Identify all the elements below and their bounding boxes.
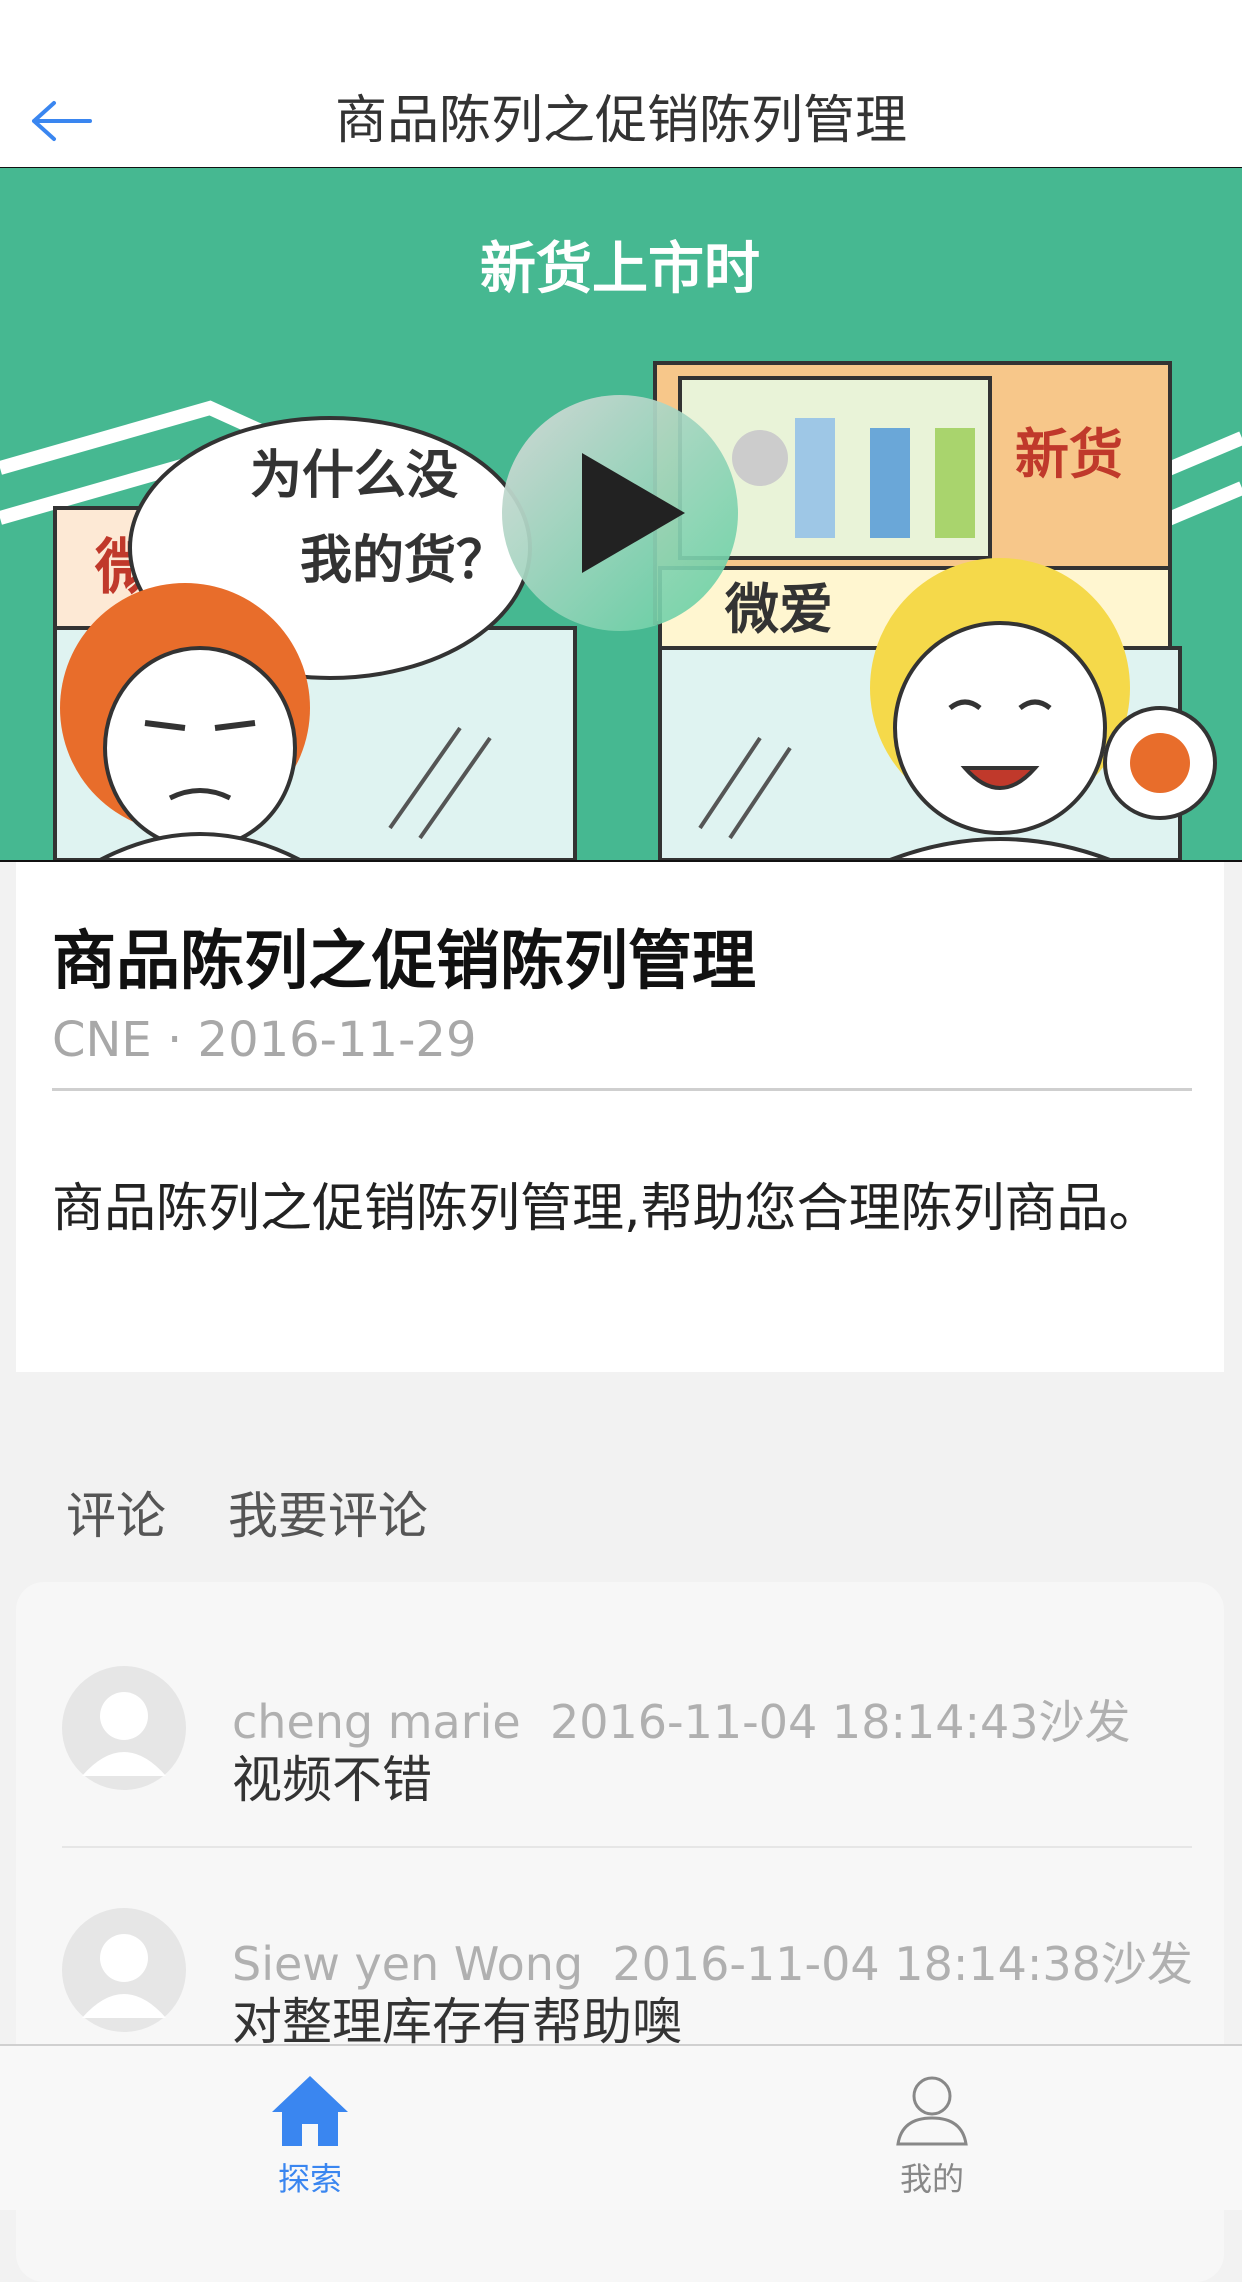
comment-badge: 沙发 (1100, 1937, 1193, 1991)
comment-item: Siew yen Wong 2016-11-04 18:14:38沙发 对整理库… (16, 1824, 1224, 2051)
comment-text: 视频不错 (232, 1751, 432, 1809)
video-headline: 新货上市时 (480, 237, 760, 302)
comments-tab[interactable]: 评论 (66, 1487, 166, 1545)
avatar-icon (62, 1908, 186, 2032)
speech-bubble-line2: 我的货？ (300, 531, 508, 591)
divider (52, 1088, 1192, 1091)
write-comment-link[interactable]: 我要评论 (228, 1487, 428, 1545)
tab-explore-label: 探索 (277, 2160, 342, 2198)
tab-bar: 探索 我的 (0, 2044, 1242, 2210)
comments-header: 评论 我要评论 (66, 1476, 474, 1548)
play-icon[interactable] (500, 393, 740, 633)
comment-time: 2016-11-04 18:14:38 (612, 1937, 1101, 1991)
speech-bubble-line1: 为什么没 (250, 446, 458, 506)
page-title: 商品陈列之促销陈列管理 (334, 91, 907, 151)
home-icon (272, 2076, 348, 2146)
shop-sign-right-name: 微爱 (724, 578, 833, 641)
nav-bar: 商品陈列之促销陈列管理 (0, 75, 1242, 169)
tab-mine[interactable]: 我的 (782, 2046, 1082, 2210)
article-title: 商品陈列之促销陈列管理 (52, 925, 756, 999)
shop-sign-right: 新货 (1015, 423, 1123, 486)
comment-item: cheng marie 2016-11-04 18:14:43沙发 视频不错 (16, 1582, 1224, 1848)
comment-badge: 沙发 (1038, 1695, 1131, 1749)
article-description: 商品陈列之促销陈列管理,帮助您合理陈列商品。 (52, 1179, 1161, 1239)
tab-explore[interactable]: 探索 (160, 2046, 460, 2210)
video-player[interactable]: 新货上市时 微爱 为什么没 我的货？ 新货 微爱 (0, 168, 1242, 862)
article-info-card: 商品陈列之促销陈列管理 CNE · 2016-11-29 商品陈列之促销陈列管理… (16, 862, 1224, 1372)
tab-mine-label: 我的 (899, 2160, 964, 2198)
status-bar-area (0, 0, 1242, 75)
comment-time: 2016-11-04 18:14:43 (549, 1695, 1039, 1749)
avatar-icon (62, 1666, 186, 1790)
article-meta: CNE · 2016-11-29 (52, 1012, 477, 1068)
person-icon (896, 2076, 968, 2146)
